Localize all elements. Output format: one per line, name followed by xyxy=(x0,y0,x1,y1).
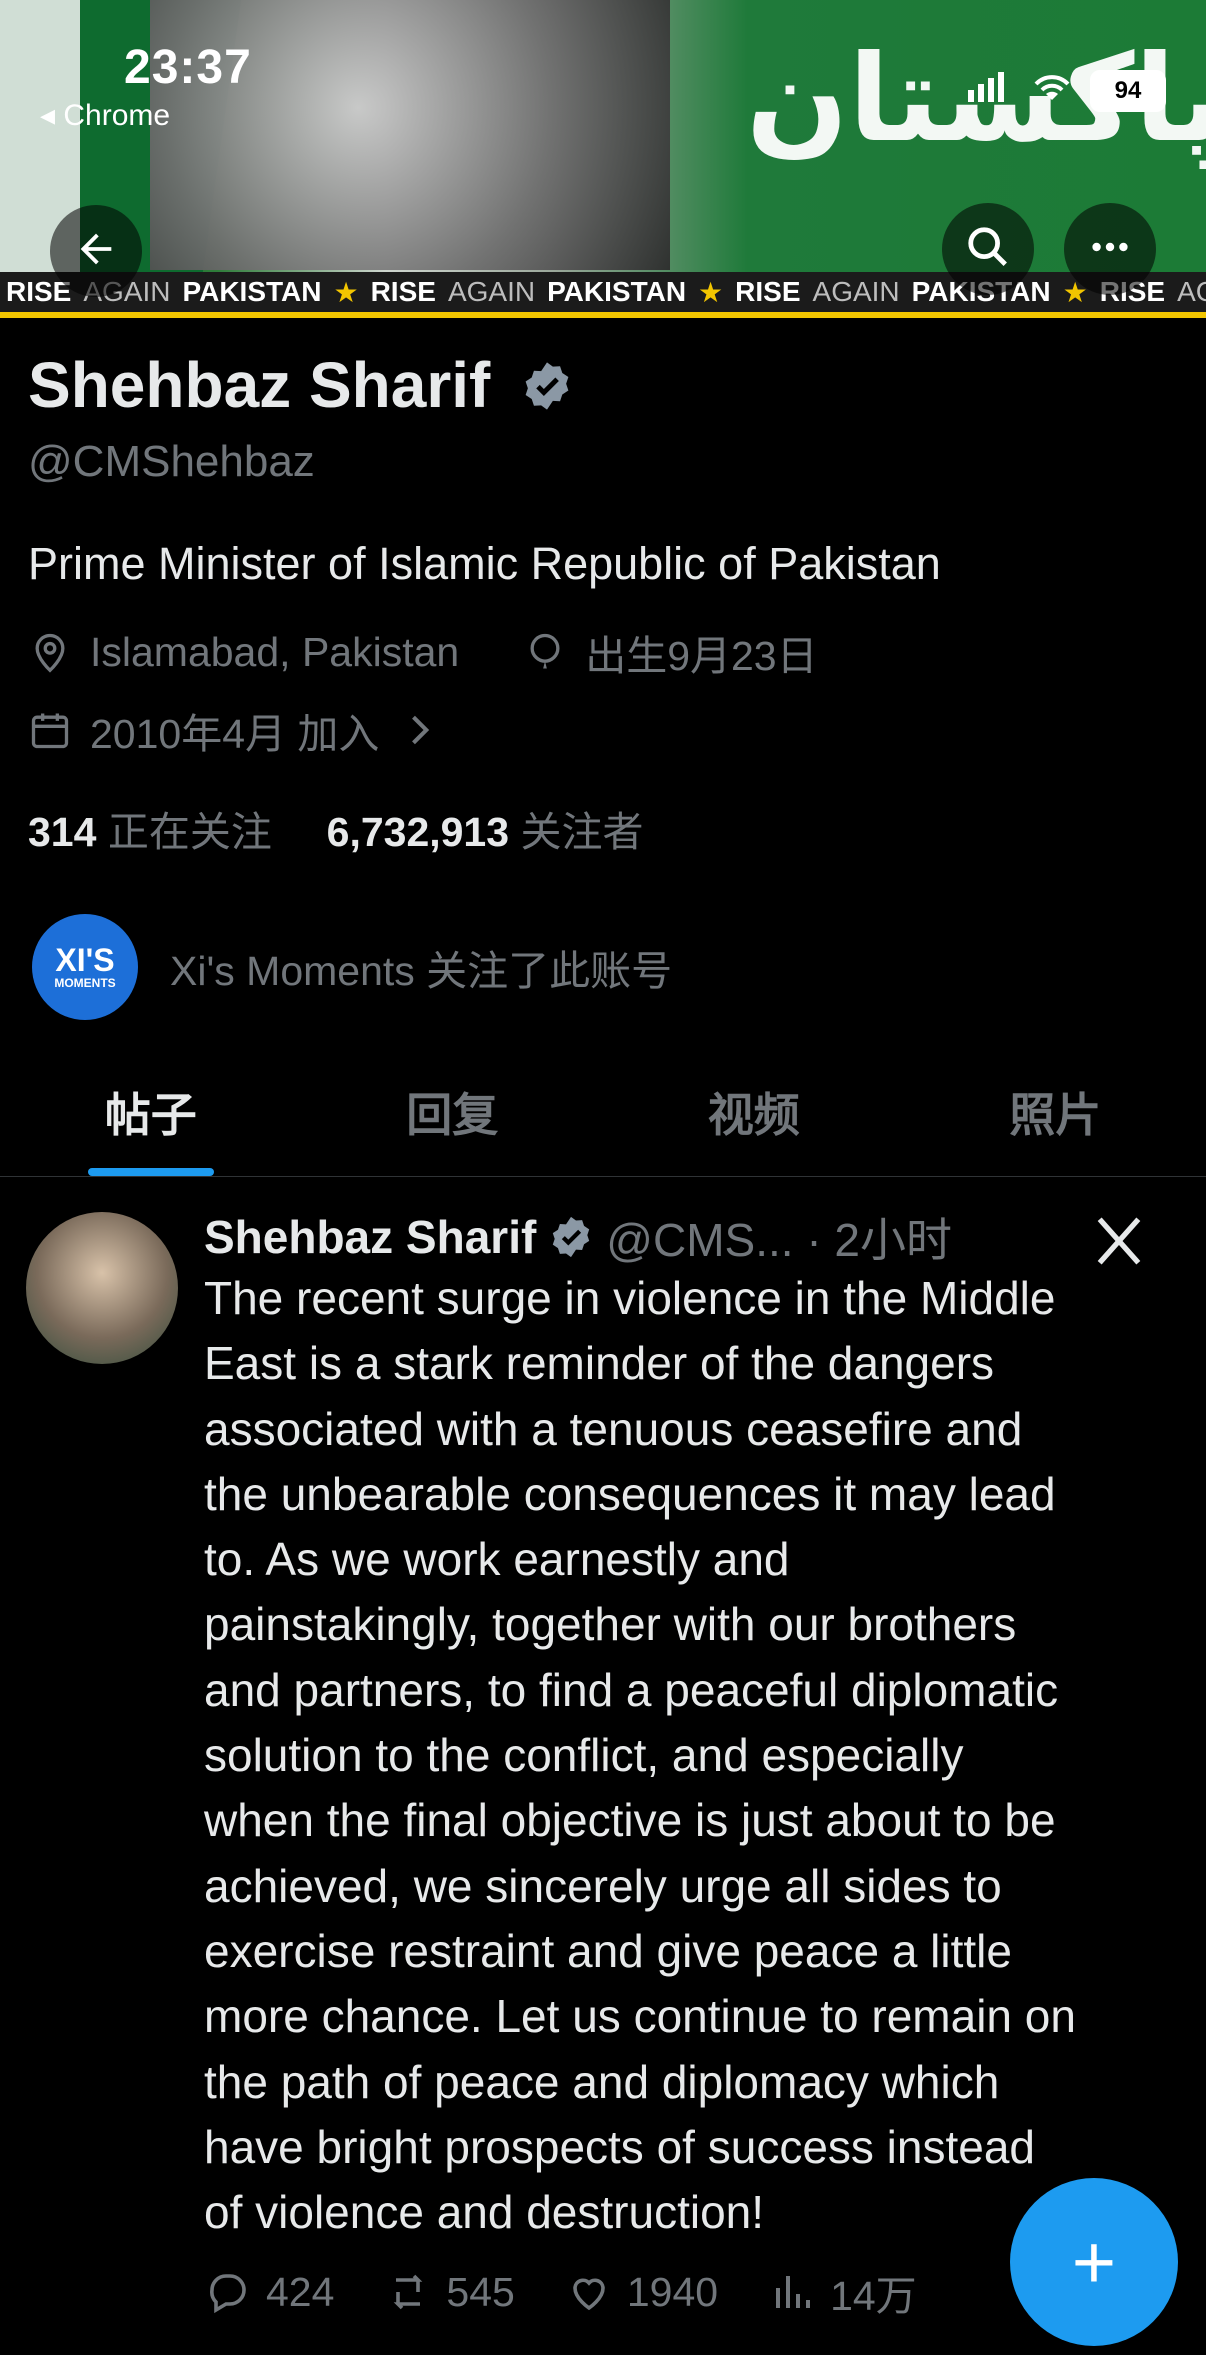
post-line: achieved, we sincerely urge all sides to xyxy=(204,1859,1002,1912)
tape-word: RISE xyxy=(370,276,436,307)
balloon-icon xyxy=(530,633,560,669)
battery-icon: 94 xyxy=(1090,70,1166,112)
following-count[interactable]: 314 xyxy=(28,809,96,855)
profile-meta-row-1: Islamabad, Pakistan 出生9月23日 xyxy=(28,622,818,682)
status-icons: 94 xyxy=(968,70,1166,112)
tape-star: ★ xyxy=(698,276,724,308)
reply-icon xyxy=(210,2274,246,2314)
compose-button[interactable]: + xyxy=(1010,2178,1178,2346)
profile-handle: @CMShehbaz xyxy=(28,437,315,486)
profile-tabs: 帖子 回复 视频 照片 xyxy=(0,1048,1206,1177)
status-time: 23:37 xyxy=(124,41,252,94)
profile-name: Shehbaz Sharif xyxy=(28,348,574,422)
post-line: and partners, to find a peaceful diploma… xyxy=(204,1663,1059,1716)
post-line: solution to the conflict, and especially xyxy=(204,1729,964,1782)
repost-icon xyxy=(394,2274,423,2310)
profile-meta-row-2: 2010年4月 加入 xyxy=(28,700,441,760)
avatar[interactable] xyxy=(26,1212,178,1364)
reply-button[interactable]: 424 xyxy=(204,2268,334,2316)
chevron-right-icon[interactable] xyxy=(397,708,441,752)
wifi-icon xyxy=(1032,72,1072,110)
post-line: The recent surge in violence in the Midd… xyxy=(204,1272,1056,1324)
post-line: more chance. Let us continue to remain o… xyxy=(204,1990,1076,2043)
xis-logo-text: XI'S xyxy=(55,941,115,978)
post-line: have bright prospects of success instead xyxy=(204,2120,1036,2173)
post-line: East is a stark reminder of the dangers xyxy=(204,1337,995,1390)
repost-count: 545 xyxy=(446,2268,515,2315)
xis-moments-avatar[interactable]: XI'S MOMENTS xyxy=(32,914,138,1020)
back-button[interactable] xyxy=(50,205,142,297)
profile-name-text: Shehbaz Sharif xyxy=(28,349,491,421)
following-label[interactable]: 正在关注 xyxy=(108,809,272,855)
tape-word: PAKISTAN xyxy=(182,276,322,307)
tape-word: AGAIN xyxy=(812,276,900,307)
tab-posts[interactable]: 帖子 xyxy=(0,1048,302,1176)
post-line: the unbearable consequences it may lead xyxy=(204,1467,1056,1520)
post-body: The recent surge in violence in the Midd… xyxy=(204,1266,1184,2245)
profile-location: Islamabad, Pakistan xyxy=(90,628,460,675)
plus-icon: + xyxy=(1071,2219,1117,2305)
post-line: to. As we work earnestly and xyxy=(204,1533,790,1586)
tab-replies[interactable]: 回复 xyxy=(302,1048,604,1176)
followers-label[interactable]: 关注者 xyxy=(520,809,643,855)
signal-icon xyxy=(968,72,1014,110)
like-button[interactable]: 1940 xyxy=(565,2268,718,2316)
post-line: when the final objective is just about t… xyxy=(204,1794,1056,1847)
profile-bio: Prime Minister of Islamic Republic of Pa… xyxy=(28,538,941,589)
xis-logo-subtext: MOMENTS xyxy=(54,975,116,990)
post-line: the path of peace and diplomacy which xyxy=(204,2055,1000,2108)
calendar-icon xyxy=(31,713,69,749)
like-count: 1940 xyxy=(626,2268,719,2315)
views-button[interactable]: 14万 xyxy=(768,2262,917,2322)
x-logo-icon[interactable] xyxy=(1090,1212,1148,1270)
followed-by-row[interactable]: XI'S MOMENTS Xi's Moments 关注了此账号 xyxy=(32,914,672,1020)
follow-stats: 314 正在关注 6,732,913 关注者 xyxy=(28,798,643,858)
post-line: associated with a tenuous ceasefire and xyxy=(204,1402,1023,1455)
followed-by-text: Xi's Moments 关注了此账号 xyxy=(170,948,673,994)
verified-badge-icon xyxy=(525,362,569,410)
tape-word: PAKISTAN xyxy=(547,276,687,307)
post[interactable]: Shehbaz Sharif @CMS... · 2小时 The recent … xyxy=(0,1180,1206,2355)
tape-star: ★ xyxy=(333,276,359,308)
heart-icon xyxy=(573,2278,605,2311)
location-pin-icon xyxy=(35,633,65,673)
post-header: Shehbaz Sharif @CMS... · 2小时 xyxy=(204,1204,952,1270)
tab-videos[interactable]: 视频 xyxy=(603,1048,905,1176)
post-line: painstakingly, together with our brother… xyxy=(204,1598,1017,1651)
verified-badge-icon xyxy=(553,1216,590,1258)
views-icon xyxy=(776,2276,811,2308)
status-bar: 23:37 ◂ Chrome 94 xyxy=(0,0,1206,132)
profile-birthday: 出生9月23日 xyxy=(585,633,818,679)
repost-button[interactable]: 545 xyxy=(384,2268,515,2316)
search-icon xyxy=(965,224,1011,275)
tape-word: RISE xyxy=(735,276,801,307)
reply-count: 424 xyxy=(266,2268,335,2315)
post-line: exercise restraint and give peace a litt… xyxy=(204,1924,1012,1977)
tape-word: AGAIN xyxy=(1177,276,1206,307)
views-count: 14万 xyxy=(830,2273,917,2319)
profile-joined: 2010年4月 加入 xyxy=(90,711,380,757)
more-button[interactable] xyxy=(1064,203,1156,295)
back-to-app[interactable]: ◂ Chrome xyxy=(40,98,170,133)
post-handle-time: @CMS... · 2小时 xyxy=(606,1214,953,1266)
post-author-name[interactable]: Shehbaz Sharif xyxy=(204,1210,536,1264)
arrow-left-icon xyxy=(73,226,119,277)
tape-word: AGAIN xyxy=(447,276,536,307)
followers-count[interactable]: 6,732,913 xyxy=(327,809,509,855)
search-button[interactable] xyxy=(942,203,1034,295)
tab-photos[interactable]: 照片 xyxy=(905,1048,1206,1176)
banner-tape: RISE AGAIN PAKISTAN ★ RISE AGAIN PAKISTAN ★ RISE… xyxy=(0,272,1206,318)
more-icon xyxy=(1087,224,1133,275)
